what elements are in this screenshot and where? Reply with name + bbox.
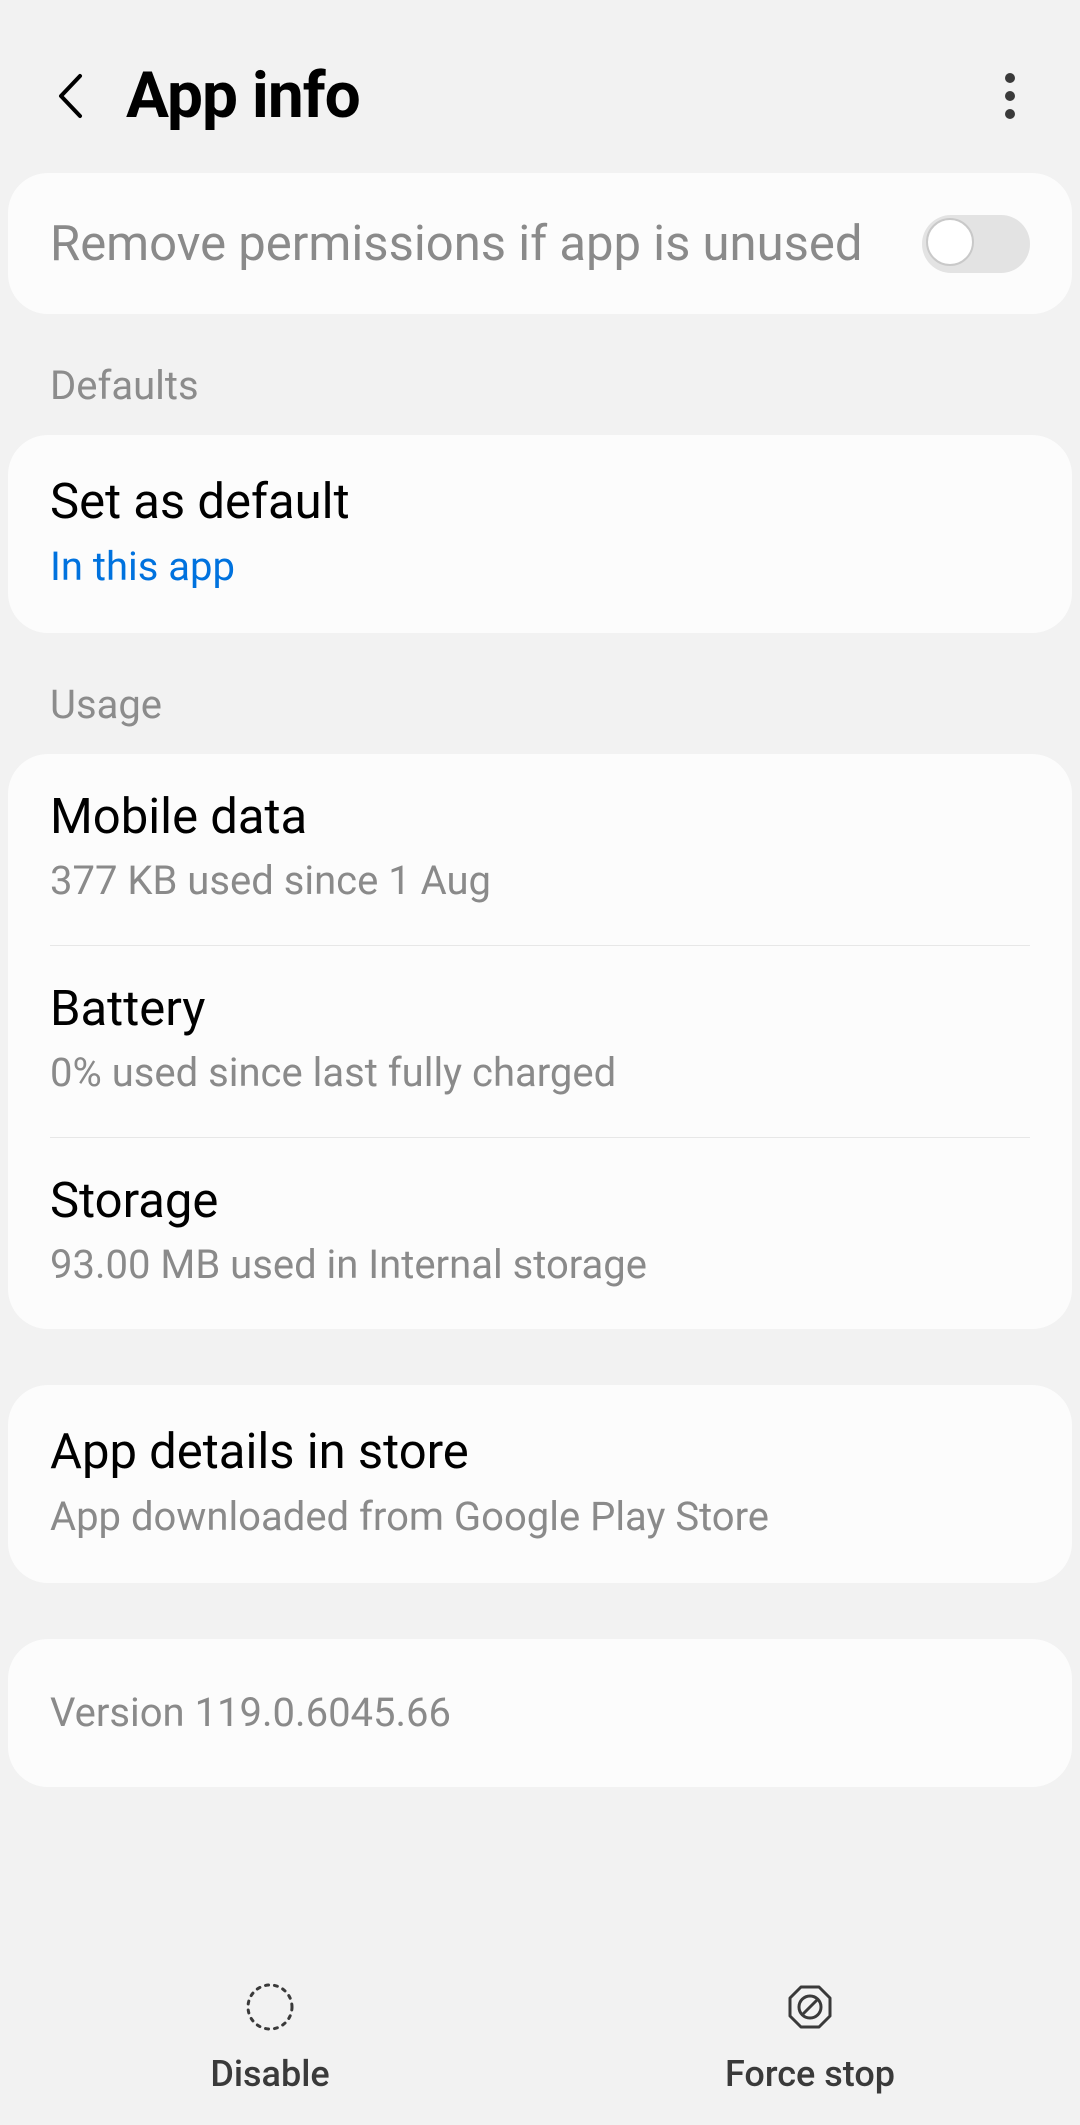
back-button[interactable] (50, 76, 90, 116)
battery-row[interactable]: Battery 0% used since last fully charged (8, 946, 1072, 1137)
storage-title: Storage (50, 1170, 1030, 1231)
header-left: App info (50, 58, 360, 133)
remove-permissions-card: Remove permissions if app is unused (8, 173, 1072, 314)
header: App info (0, 0, 1080, 173)
set-as-default-row[interactable]: Set as default In this app (8, 435, 1072, 632)
usage-section-label: Usage (0, 633, 1080, 754)
disable-label: Disable (210, 2053, 329, 2095)
more-vert-icon (1004, 72, 1016, 120)
version-text: Version 119.0.6045.66 (50, 1687, 1030, 1739)
disable-button[interactable]: Disable (0, 1979, 540, 2095)
spacer (0, 1329, 1080, 1385)
disable-icon (242, 1979, 298, 2035)
more-options-button[interactable] (990, 76, 1030, 116)
app-details-store-row[interactable]: App details in store App downloaded from… (8, 1385, 1072, 1582)
force-stop-icon (782, 1979, 838, 2035)
remove-permissions-label: Remove permissions if app is unused (50, 213, 922, 274)
defaults-card: Set as default In this app (8, 435, 1072, 632)
toggle-knob (926, 218, 974, 266)
set-as-default-sub: In this app (50, 541, 1030, 593)
mobile-data-sub: 377 KB used since 1 Aug (50, 855, 1030, 907)
storage-row[interactable]: Storage 93.00 MB used in Internal storag… (8, 1138, 1072, 1329)
remove-permissions-toggle[interactable] (922, 215, 1030, 273)
defaults-section-label: Defaults (0, 314, 1080, 435)
remove-permissions-row[interactable]: Remove permissions if app is unused (8, 173, 1072, 314)
battery-title: Battery (50, 978, 1030, 1039)
usage-card: Mobile data 377 KB used since 1 Aug Batt… (8, 754, 1072, 1330)
set-as-default-title: Set as default (50, 471, 1030, 532)
version-card: Version 119.0.6045.66 (8, 1639, 1072, 1787)
force-stop-button[interactable]: Force stop (540, 1979, 1080, 2095)
chevron-left-icon (55, 72, 85, 120)
storage-sub: 93.00 MB used in Internal storage (50, 1239, 1030, 1291)
force-stop-label: Force stop (725, 2053, 895, 2095)
store-card: App details in store App downloaded from… (8, 1385, 1072, 1582)
mobile-data-row[interactable]: Mobile data 377 KB used since 1 Aug (8, 754, 1072, 945)
bottom-bar: Disable Force stop (0, 1949, 1080, 2125)
mobile-data-title: Mobile data (50, 786, 1030, 847)
app-details-store-sub: App downloaded from Google Play Store (50, 1491, 1030, 1543)
page-title: App info (126, 58, 360, 133)
battery-sub: 0% used since last fully charged (50, 1047, 1030, 1099)
app-details-store-title: App details in store (50, 1421, 1030, 1482)
